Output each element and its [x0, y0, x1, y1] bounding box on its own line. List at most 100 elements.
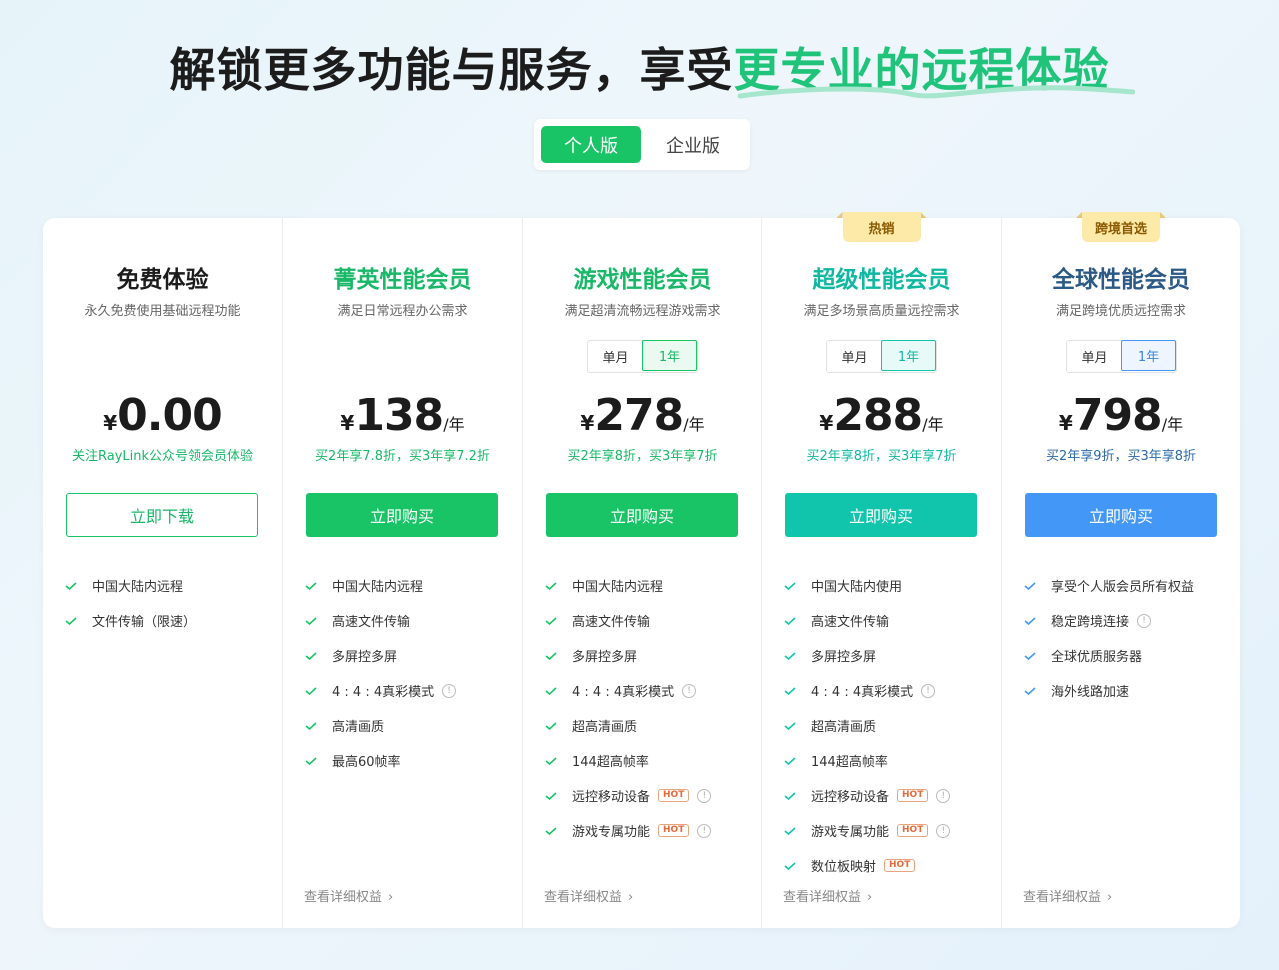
view-details-link[interactable]: 查看详细权益 › — [1023, 886, 1112, 905]
check-icon — [305, 581, 317, 590]
plan-desc: 永久免费使用基础远程功能 — [84, 304, 241, 319]
tab-personal[interactable]: 个人版 — [541, 126, 641, 163]
feature-item: 4 : 4 : 4真彩模式! — [784, 673, 950, 708]
feature-text: 中国大陆内远程 — [92, 580, 184, 595]
billing-yearly-option[interactable]: 1年 — [881, 340, 936, 371]
view-details-link[interactable]: 查看详细权益 › — [544, 886, 633, 905]
feature-list: 中国大陆内远程 高速文件传输 多屏控多屏 4 : 4 : 4真彩模式! 超高清画… — [545, 568, 712, 848]
feature-item: 中国大陆内使用 — [784, 568, 950, 603]
plan-card-gaming: 游戏性能会员 满足超清流畅远程游戏需求 单月 1年 ¥278/年 买2年享8折，… — [522, 218, 762, 928]
feature-item: 多屏控多屏 — [784, 638, 950, 673]
chevron-right-icon: › — [867, 890, 873, 905]
check-icon — [545, 826, 557, 835]
info-icon[interactable]: ! — [921, 683, 936, 698]
feature-item: 高速文件传输 — [784, 603, 950, 638]
info-icon[interactable]: ! — [697, 788, 712, 803]
currency-symbol: ¥ — [340, 411, 355, 435]
check-icon — [545, 791, 557, 800]
plan-card-free: 免费体验 永久免费使用基础远程功能 ¥0.00 关注RayLink公众号领会员体… — [43, 218, 282, 928]
feature-item: 4 : 4 : 4真彩模式! — [545, 673, 711, 708]
price-unit: /年 — [443, 415, 465, 434]
feature-item: 远控移动设备 HOT! — [545, 778, 712, 813]
feature-text: 中国大陆内远程 — [332, 580, 424, 595]
check-icon — [784, 581, 796, 590]
feature-item: 游戏专属功能 HOT! — [545, 813, 712, 848]
feature-text: 远控移动设备 — [811, 790, 890, 805]
feature-item: 多屏控多屏 — [305, 638, 456, 673]
plan-name: 全球性能会员 — [1052, 267, 1190, 293]
chevron-right-icon: › — [388, 890, 394, 905]
info-icon[interactable]: ! — [936, 788, 951, 803]
feature-text: 最高60帧率 — [332, 755, 401, 770]
feature-item: 中国大陆内远程 — [305, 568, 456, 603]
feature-item: 最高60帧率 — [305, 743, 456, 778]
info-icon[interactable]: ! — [697, 823, 712, 838]
billing-monthly-option[interactable]: 单月 — [827, 341, 882, 372]
feature-text: 4 : 4 : 4真彩模式 — [811, 685, 914, 700]
feature-text: 高速文件传输 — [572, 615, 651, 630]
headline-plain: 解锁更多功能与服务，享受 — [169, 43, 734, 97]
feature-item: 高清画质 — [305, 708, 456, 743]
pricing-panel: 免费体验 永久免费使用基础远程功能 ¥0.00 关注RayLink公众号领会员体… — [43, 212, 1240, 928]
check-icon — [305, 756, 317, 765]
info-icon[interactable]: ! — [682, 683, 697, 698]
feature-text: 超高清画质 — [811, 720, 877, 735]
view-details-link[interactable]: 查看详细权益 › — [304, 886, 393, 905]
billing-yearly-option[interactable]: 1年 — [642, 340, 697, 371]
plan-card-super: 热销 超级性能会员 满足多场景高质量远控需求 单月 1年 ¥288/年 买2年享… — [761, 212, 1001, 928]
hot-badge: HOT — [658, 824, 690, 837]
check-icon — [784, 791, 796, 800]
feature-text: 高速文件传输 — [811, 615, 890, 630]
price-unit: /年 — [1161, 415, 1184, 434]
feature-text: 游戏专属功能 — [572, 825, 651, 840]
plan-promo: 买2年享8折，买3年享7折 — [806, 449, 957, 464]
check-icon — [545, 651, 557, 660]
check-icon — [305, 686, 317, 695]
check-icon — [1024, 616, 1036, 625]
feature-item: 高速文件传输 — [545, 603, 711, 638]
tab-enterprise[interactable]: 企业版 — [643, 126, 743, 163]
info-icon[interactable]: ! — [1137, 613, 1152, 628]
feature-text: 中国大陆内远程 — [572, 580, 664, 595]
hot-badge: HOT — [884, 859, 916, 872]
buy-button[interactable]: 立即购买 — [785, 493, 977, 537]
plan-name: 超级性能会员 — [812, 267, 951, 293]
buy-button[interactable]: 立即购买 — [1025, 493, 1217, 537]
buy-button[interactable]: 立即购买 — [546, 493, 738, 537]
plan-price: ¥0.00 — [43, 390, 282, 441]
billing-yearly-option[interactable]: 1年 — [1121, 340, 1176, 371]
plan-card-elite: 菁英性能会员 满足日常远程办公需求 ¥138/年 买2年享7.8折，买3年享7.… — [282, 218, 522, 928]
feature-text: 游戏专属功能 — [811, 825, 890, 840]
feature-list: 中国大陆内远程 高速文件传输 多屏控多屏 4 : 4 : 4真彩模式! 高清画质… — [305, 568, 457, 778]
details-label: 查看详细权益 — [544, 890, 623, 905]
buy-button[interactable]: 立即购买 — [306, 493, 498, 537]
feature-text: 享受个人版会员所有权益 — [1051, 580, 1195, 595]
feature-text: 4 : 4 : 4真彩模式 — [332, 685, 435, 700]
info-icon[interactable]: ! — [936, 823, 951, 838]
plan-name: 免费体验 — [116, 267, 209, 293]
plan-card-global: 跨境首选 全球性能会员 满足跨境优质远控需求 单月 1年 ¥798/年 买2年享… — [1001, 212, 1240, 928]
feature-item: 超高清画质 — [784, 708, 950, 743]
download-button[interactable]: 立即下载 — [66, 493, 258, 537]
info-icon[interactable]: ! — [442, 683, 457, 698]
price-value: 0.00 — [117, 390, 223, 441]
feature-text: 高清画质 — [332, 720, 385, 735]
price-value: 288 — [833, 390, 923, 441]
billing-monthly-option[interactable]: 单月 — [1067, 341, 1122, 372]
feature-list: 享受个人版会员所有权益 稳定跨境连接! 全球优质服务器 海外线路加速 — [1024, 568, 1194, 708]
feature-text: 数位板映射 — [811, 860, 877, 875]
chevron-right-icon: › — [1107, 890, 1113, 905]
feature-text: 超高清画质 — [572, 720, 638, 735]
billing-monthly-option[interactable]: 单月 — [588, 341, 643, 372]
check-icon — [65, 616, 77, 625]
feature-item: 远控移动设备 HOT! — [784, 778, 951, 813]
plan-desc: 满足日常远程办公需求 — [337, 304, 468, 319]
feature-item: 高速文件传输 — [305, 603, 456, 638]
plan-desc: 满足跨境优质远控需求 — [1055, 304, 1186, 319]
billing-toggle: 单月 1年 — [826, 340, 937, 373]
view-details-link[interactable]: 查看详细权益 › — [783, 886, 872, 905]
plan-promo: 关注RayLink公众号领会员体验 — [71, 449, 254, 464]
feature-text: 144超高帧率 — [572, 755, 649, 770]
feature-item: 中国大陆内远程 — [65, 568, 196, 603]
feature-text: 远控移动设备 — [572, 790, 651, 805]
